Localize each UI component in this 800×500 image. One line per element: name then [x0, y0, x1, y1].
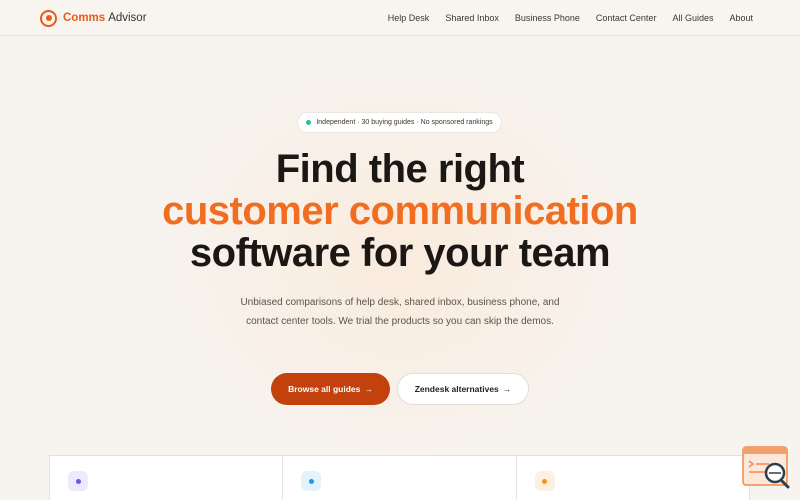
dot-icon [542, 478, 548, 484]
headline-line-1: Find the right [275, 147, 525, 191]
top-navigation: Comms Advisor Help Desk Shared Inbox Bus… [0, 0, 800, 36]
search-docs-widget[interactable] [741, 444, 793, 492]
nav-link-contact-center[interactable]: Contact Center [596, 13, 657, 23]
nav-link-help-desk[interactable]: Help Desk [388, 13, 430, 23]
brand-logo-link[interactable]: Comms Advisor [40, 8, 147, 28]
dot-icon [75, 478, 81, 484]
browse-guides-label: Browse all guides [288, 384, 361, 394]
headline-line-3: software for your team [189, 231, 611, 275]
category-icon-bg [68, 471, 88, 491]
brand-name-primary: Comms [63, 12, 106, 24]
category-cards [49, 455, 750, 500]
headline-line-2-accent: customer communication [162, 189, 638, 233]
status-dot-icon [306, 120, 312, 125]
trust-badge: Independent · 30 buying guides · No spon… [297, 112, 502, 133]
nav-link-about[interactable]: About [729, 13, 753, 23]
brand-name-secondary: Advisor [108, 12, 147, 24]
dot-icon [308, 478, 314, 484]
category-icon-bg [301, 471, 322, 491]
category-card[interactable] [50, 456, 284, 500]
zendesk-alternatives-button[interactable]: Zendesk alternatives → [397, 373, 529, 405]
trust-badge-text: Independent · 30 buying guides · No spon… [316, 119, 493, 126]
nav-link-business-phone[interactable]: Business Phone [515, 13, 580, 23]
arrow-right-icon: → [502, 384, 512, 394]
nav-link-all-guides[interactable]: All Guides [672, 13, 713, 23]
category-card[interactable] [283, 456, 517, 500]
nav-link-shared-inbox[interactable]: Shared Inbox [445, 13, 499, 23]
browse-guides-button[interactable]: Browse all guides → [271, 373, 390, 405]
category-icon-bg [534, 471, 555, 491]
search-docs-icon [742, 446, 790, 489]
nav-links: Help Desk Shared Inbox Business Phone Co… [372, 0, 753, 36]
zendesk-alternatives-label: Zendesk alternatives [414, 384, 499, 394]
category-card[interactable] [517, 456, 749, 500]
target-logo-icon [40, 9, 57, 27]
hero-subtitle: Unbiased comparisons of help desk, share… [240, 297, 560, 327]
hero-headline: Find the right customer communication so… [0, 148, 800, 274]
arrow-right-icon: → [364, 384, 373, 394]
